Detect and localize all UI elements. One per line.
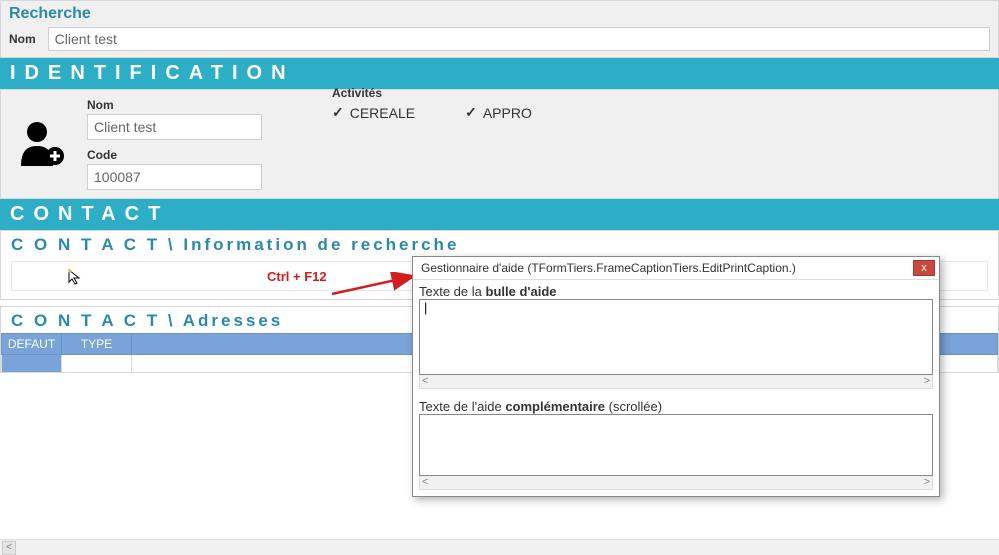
activity-cereale-label: CEREALE xyxy=(350,105,415,121)
help-manager-dialog: Gestionnaire d'aide (TFormTiers.FrameCap… xyxy=(412,256,940,497)
shortcut-label: Ctrl + F12 xyxy=(267,269,327,284)
label-extra-suffix: (scrollée) xyxy=(605,399,662,414)
activities-group: Activités ✓ CEREALE ✓ APPRO xyxy=(332,98,532,190)
memo-bubble-hscroll[interactable]: <> xyxy=(419,375,933,389)
label-extra-bold: complémentaire xyxy=(505,399,605,414)
label-bubble-prefix: Texte de la xyxy=(419,284,486,299)
scroll-left-icon[interactable]: < xyxy=(422,476,428,489)
avatar-add-icon xyxy=(11,114,71,174)
recherche-nom-label: Nom xyxy=(9,32,36,46)
scroll-left-icon[interactable]: < xyxy=(422,375,428,388)
activity-appro-label: APPRO xyxy=(483,105,532,121)
label-extra: Texte de l'aide complémentaire (scrollée… xyxy=(419,399,933,414)
ident-code-input[interactable] xyxy=(87,164,262,190)
dialog-body: Texte de la bulle d'aide <> Texte de l'a… xyxy=(413,280,939,496)
memo-extra-hscroll[interactable]: <> xyxy=(419,476,933,490)
cursor-icon xyxy=(67,268,85,289)
activity-cereale[interactable]: ✓ CEREALE xyxy=(332,104,415,121)
identification-fields: Nom Code Activités ✓ CEREALE ✓ APPRO xyxy=(87,98,988,190)
band-identification: IDENTIFICATION xyxy=(0,58,999,89)
label-extra-prefix: Texte de l'aide xyxy=(419,399,505,414)
activities-label: Activités xyxy=(332,86,532,100)
recherche-panel: Recherche Nom xyxy=(0,0,999,58)
ident-nom-label: Nom xyxy=(87,98,262,112)
scroll-left-icon[interactable]: < xyxy=(2,541,16,555)
dialog-title-text: Gestionnaire d'aide (TFormTiers.FrameCap… xyxy=(421,261,796,275)
check-icon: ✓ xyxy=(332,104,344,121)
identification-panel: Nom Code Activités ✓ CEREALE ✓ APPRO xyxy=(0,89,999,199)
dialog-close-button[interactable]: x xyxy=(913,260,935,276)
band-contact: CONTACT xyxy=(0,199,999,230)
scroll-right-icon[interactable]: > xyxy=(924,476,930,489)
recherche-row: Nom xyxy=(9,27,990,51)
ident-nom-input[interactable] xyxy=(87,114,262,140)
memo-extra[interactable] xyxy=(419,414,933,476)
th-defaut[interactable]: DEFAUT xyxy=(2,334,62,355)
check-icon: ✓ xyxy=(465,104,477,121)
row-indicator[interactable] xyxy=(2,355,62,373)
recherche-title: Recherche xyxy=(9,5,990,23)
th-type[interactable]: TYPE xyxy=(62,334,132,355)
label-bubble: Texte de la bulle d'aide xyxy=(419,284,933,299)
ident-code-label: Code xyxy=(87,148,262,162)
scroll-right-icon[interactable]: > xyxy=(924,375,930,388)
dialog-titlebar[interactable]: Gestionnaire d'aide (TFormTiers.FrameCap… xyxy=(413,257,939,280)
label-bubble-bold: bulle d'aide xyxy=(486,284,557,299)
contact-info-recherche-title: C O N T A C T \ Information de recherche xyxy=(1,231,998,257)
memo-bubble[interactable] xyxy=(419,299,933,375)
activity-appro[interactable]: ✓ APPRO xyxy=(465,104,532,121)
window-horizontal-scrollbar[interactable]: < xyxy=(0,539,999,555)
recherche-nom-input[interactable] xyxy=(48,27,990,51)
